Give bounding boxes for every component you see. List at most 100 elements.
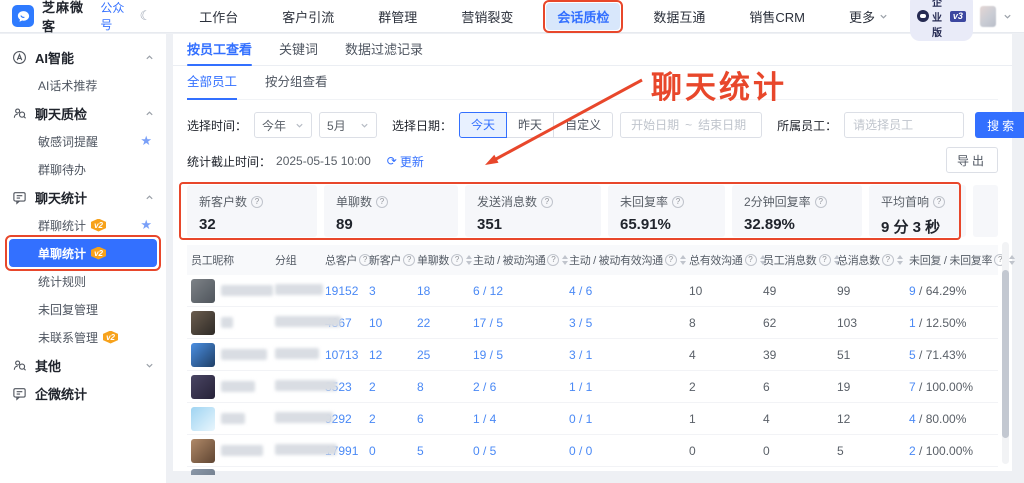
tab-by-employee[interactable]: 按员工查看 bbox=[187, 34, 252, 66]
end-date-input[interactable] bbox=[696, 117, 748, 133]
active-passive-cell[interactable]: 2 / 6 bbox=[471, 380, 567, 394]
total-customers-cell[interactable]: 19152 bbox=[323, 284, 367, 298]
chat-count-cell[interactable]: 5 bbox=[415, 444, 471, 458]
nav-item-sales-crm[interactable]: 销售CRM bbox=[738, 3, 816, 30]
employee-name-cell[interactable] bbox=[187, 279, 273, 303]
chat-count-cell[interactable]: 25 bbox=[415, 348, 471, 362]
date-button-today[interactable]: 今天 bbox=[459, 112, 507, 138]
search-button[interactable]: 搜索 bbox=[975, 112, 1024, 138]
new-customers-cell[interactable]: 0 bbox=[367, 444, 415, 458]
employee-avatar[interactable] bbox=[191, 279, 215, 303]
sort-icon[interactable] bbox=[897, 255, 903, 265]
unreplied-count[interactable]: 1 bbox=[909, 316, 916, 330]
nav-item-marketing-fission[interactable]: 营销裂变 bbox=[450, 3, 524, 30]
new-customers-cell[interactable]: 12 bbox=[367, 348, 415, 362]
nav-item-group-management[interactable]: 群管理 bbox=[367, 3, 428, 30]
user-avatar[interactable] bbox=[980, 6, 996, 27]
employee-name-cell[interactable] bbox=[187, 407, 273, 431]
active-passive-valid-cell[interactable]: 0 / 1 bbox=[567, 412, 687, 426]
date-range-picker[interactable]: ~ bbox=[620, 112, 762, 138]
table-scrollbar[interactable] bbox=[1002, 242, 1009, 464]
nav-item-workbench[interactable]: 工作台 bbox=[188, 3, 249, 30]
sidebar-item-sensitive-word-alert[interactable]: 敏感词提醒★ bbox=[0, 127, 166, 155]
active-passive-valid-cell[interactable]: 3 / 5 bbox=[567, 316, 687, 330]
active-passive-valid-cell[interactable]: 3 / 1 bbox=[567, 348, 687, 362]
employee-avatar[interactable] bbox=[191, 343, 215, 367]
star-icon[interactable]: ★ bbox=[140, 217, 152, 233]
active-passive-valid-cell[interactable]: 1 / 1 bbox=[567, 380, 687, 394]
export-button[interactable]: 导出 bbox=[946, 147, 998, 173]
unreplied-count[interactable]: 2 bbox=[909, 444, 916, 458]
active-passive-cell[interactable]: 17 / 5 bbox=[471, 316, 567, 330]
chat-count-cell[interactable]: 6 bbox=[415, 412, 471, 426]
subtab-by-group[interactable]: 按分组查看 bbox=[265, 66, 328, 100]
nav-item-customer-acquisition[interactable]: 客户引流 bbox=[271, 3, 345, 30]
month-select[interactable]: 5月 bbox=[319, 112, 377, 138]
new-customers-cell[interactable]: 2 bbox=[367, 380, 415, 394]
employee-name-cell[interactable] bbox=[187, 439, 273, 463]
tab-keywords[interactable]: 关键词 bbox=[279, 34, 318, 66]
sidebar-item-uncontacted-management[interactable]: 未联系管理v2 bbox=[0, 323, 166, 351]
sort-icon[interactable] bbox=[680, 255, 686, 265]
nav-item-conversation-qc[interactable]: 会话质检 bbox=[546, 3, 620, 30]
sort-desc-icon[interactable] bbox=[897, 261, 903, 265]
chat-count-cell[interactable]: 8 bbox=[415, 380, 471, 394]
employee-name-cell[interactable] bbox=[187, 375, 273, 399]
sidebar-group-chat-stats[interactable]: 聊天统计 bbox=[0, 183, 166, 211]
unreplied-cell[interactable]: 9 / 64.29% bbox=[907, 284, 998, 298]
nav-item-more[interactable]: 更多 bbox=[838, 3, 899, 30]
employee-avatar[interactable] bbox=[191, 375, 215, 399]
chat-count-cell[interactable]: 22 bbox=[415, 316, 471, 330]
active-passive-cell[interactable]: 0 / 5 bbox=[471, 444, 567, 458]
employee-avatar[interactable] bbox=[191, 439, 215, 463]
new-customers-cell[interactable]: 2 bbox=[367, 412, 415, 426]
sort-asc-icon[interactable] bbox=[1009, 255, 1015, 259]
unreplied-cell[interactable]: 2 / 100.00% bbox=[907, 444, 998, 458]
date-button-yesterday[interactable]: 昨天 bbox=[506, 112, 554, 138]
total-customers-cell[interactable]: 10713 bbox=[323, 348, 367, 362]
sort-asc-icon[interactable] bbox=[680, 255, 686, 259]
unreplied-cell[interactable]: 5 / 71.43% bbox=[907, 348, 998, 362]
active-passive-cell[interactable]: 6 / 12 bbox=[471, 284, 567, 298]
subtab-all-employees[interactable]: 全部员工 bbox=[187, 66, 237, 100]
chat-count-cell[interactable]: 18 bbox=[415, 284, 471, 298]
nav-item-data-sync[interactable]: 数据互通 bbox=[642, 3, 716, 30]
sidebar-group-qiwei-stats[interactable]: 企微统计 bbox=[0, 379, 166, 407]
employee-name-cell[interactable] bbox=[187, 343, 273, 367]
active-passive-valid-cell[interactable]: 4 / 6 bbox=[567, 284, 687, 298]
sidebar-group-ai[interactable]: AI智能 bbox=[0, 43, 166, 71]
unreplied-count[interactable]: 7 bbox=[909, 380, 916, 394]
sidebar-item-group-chat-todo[interactable]: 群聊待办 bbox=[0, 155, 166, 183]
date-button-custom[interactable]: 自定义 bbox=[553, 112, 613, 138]
sidebar-item-ai-script-recommend[interactable]: AI话术推荐 bbox=[0, 71, 166, 99]
unreplied-count[interactable]: 4 bbox=[909, 412, 916, 426]
new-customers-cell[interactable]: 10 bbox=[367, 316, 415, 330]
dark-mode-icon[interactable]: ☾ bbox=[140, 8, 152, 24]
unreplied-count[interactable]: 9 bbox=[909, 284, 916, 298]
official-account-link[interactable]: 公众号 bbox=[100, 0, 129, 33]
staff-select-input[interactable] bbox=[844, 112, 964, 138]
tab-data-filter-records[interactable]: 数据过滤记录 bbox=[345, 34, 423, 66]
start-date-input[interactable] bbox=[629, 117, 681, 133]
unreplied-cell[interactable]: 1 / 12.50% bbox=[907, 316, 998, 330]
unreplied-cell[interactable]: 7 / 100.00% bbox=[907, 380, 998, 394]
year-select[interactable]: 今年 bbox=[254, 112, 312, 138]
active-passive-cell[interactable]: 19 / 5 bbox=[471, 348, 567, 362]
user-menu-chevron-down-icon[interactable] bbox=[1003, 12, 1012, 21]
unreplied-cell[interactable]: 4 / 80.00% bbox=[907, 412, 998, 426]
sidebar-item-stats-rules[interactable]: 统计规则 bbox=[0, 267, 166, 295]
active-passive-cell[interactable]: 1 / 4 bbox=[471, 412, 567, 426]
refresh-link[interactable]: ⟳ 更新 bbox=[387, 153, 424, 170]
star-icon[interactable]: ★ bbox=[140, 133, 152, 149]
employee-avatar[interactable] bbox=[191, 311, 215, 335]
unreplied-count[interactable]: 5 bbox=[909, 348, 916, 362]
sort-asc-icon[interactable] bbox=[897, 255, 903, 259]
employee-avatar[interactable] bbox=[191, 407, 215, 431]
scrollbar-thumb[interactable] bbox=[1002, 270, 1009, 438]
sidebar-item-group-chat-stats[interactable]: 群聊统计v2★ bbox=[0, 211, 166, 239]
new-customers-cell[interactable]: 3 bbox=[367, 284, 415, 298]
employee-name-cell[interactable] bbox=[187, 311, 273, 335]
sidebar-item-single-chat-stats[interactable]: 单聊统计v2 bbox=[9, 239, 157, 267]
sidebar-item-unreplied-management[interactable]: 未回复管理 bbox=[0, 295, 166, 323]
sort-icon[interactable] bbox=[1009, 255, 1015, 265]
